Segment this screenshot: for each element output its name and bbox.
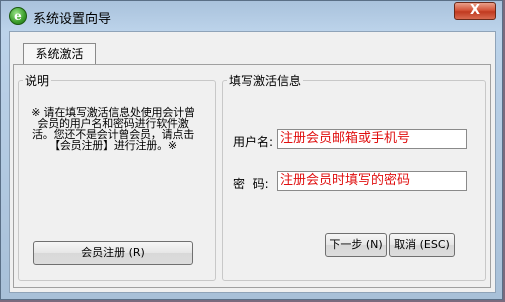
username-label: 用户名: [233,135,274,149]
username-input[interactable]: 注册会员邮箱或手机号 [277,129,467,149]
explanation-legend: 说明 [25,74,50,88]
explanation-group: 说明 ※ 请在填写激活信息处使用会计曾会员的用户名和密码进行软件激活。您还不是会… [18,72,216,281]
next-button[interactable]: 下一步 (N) [325,233,387,257]
password-label: 密 码: [233,177,269,191]
password-input[interactable]: 注册会员时填写的密码 [277,171,467,191]
close-button[interactable]: X [454,2,496,20]
cancel-button[interactable]: 取消 (ESC) [389,233,455,257]
window-title: 系统设置向导 [33,12,112,27]
activation-info-group: 填写激活信息 用户名: 注册会员邮箱或手机号 密 码: 注册会员时填写的密码 下… [222,72,486,281]
member-register-button[interactable]: 会员注册 (R) [33,241,193,265]
tab-page: 说明 ※ 请在填写激活信息处使用会计曾会员的用户名和密码进行软件激活。您还不是会… [13,64,491,288]
activation-legend: 填写激活信息 [229,74,302,88]
dialog-client-area: 系统激活 说明 ※ 请在填写激活信息处使用会计曾会员的用户名和密码进行软件激活。… [9,31,496,293]
title-bar[interactable]: e 系统设置向导 X [1,1,502,31]
app-logo-icon: e [9,7,27,25]
setup-wizard-window: e 系统设置向导 X 系统激活 说明 ※ 请在填写激活信息处使用会计曾会员的用户… [0,0,503,300]
tab-system-activation[interactable]: 系统激活 [23,43,96,65]
explanation-text: ※ 请在填写激活信息处使用会计曾会员的用户名和密码进行软件激活。您还不是会计曾会… [31,106,195,152]
